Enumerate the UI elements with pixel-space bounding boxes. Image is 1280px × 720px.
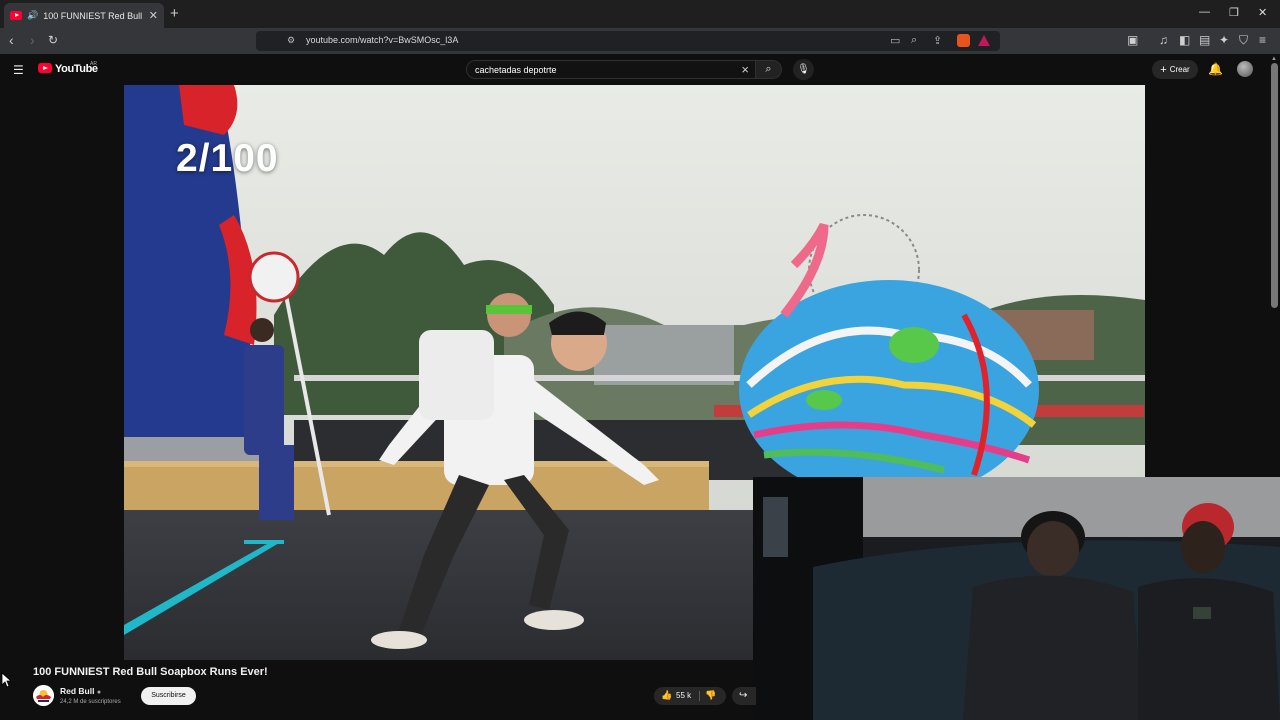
sidebar-icon[interactable]: ◧ xyxy=(1179,33,1190,47)
search-button[interactable]: ⌕ xyxy=(756,60,782,79)
like-count[interactable]: 55 k xyxy=(676,691,691,700)
share-button[interactable]: ↪ xyxy=(732,687,756,705)
mouse-cursor-icon xyxy=(1,672,11,688)
wallet-icon[interactable]: ▤ xyxy=(1199,33,1210,47)
maximize-button[interactable]: ❐ xyxy=(1229,6,1239,19)
brave-rewards-icon[interactable] xyxy=(978,35,990,46)
brave-shields-icon[interactable] xyxy=(957,34,970,47)
zoom-icon[interactable]: ⌕ xyxy=(911,34,917,47)
voice-search-icon[interactable]: 🎙 xyxy=(793,59,814,80)
scroll-up-arrow-icon[interactable]: ▲ xyxy=(1271,56,1277,62)
youtube-favicon-icon xyxy=(10,11,22,20)
site-info-icon[interactable]: ⚙ xyxy=(287,35,295,46)
user-avatar[interactable] xyxy=(1237,61,1253,77)
url-text: youtube.com/watch?v=BwSMOsc_l3A xyxy=(306,35,459,45)
browser-tab-strip: 🔊 100 FUNNIEST Red Bull Soapbox Runs Eve… xyxy=(0,0,1280,28)
screenshot-icon[interactable]: ▣ xyxy=(1127,33,1138,47)
menu-icon[interactable]: ≡ xyxy=(1259,33,1266,47)
video-title: 100 FUNNIEST Red Bull Soapbox Runs Ever! xyxy=(33,666,268,678)
notifications-bell-icon[interactable]: 🔔 xyxy=(1208,62,1223,76)
create-button[interactable]: + Crear xyxy=(1152,60,1198,79)
youtube-logo-icon[interactable] xyxy=(38,63,52,73)
channel-name[interactable]: Red Bull ● xyxy=(60,686,101,696)
webcam-overlay xyxy=(753,477,1280,720)
run-counter-overlay: 2/100 xyxy=(176,137,279,180)
back-icon[interactable]: ‹ xyxy=(9,32,14,48)
close-window-button[interactable]: ✕ xyxy=(1258,6,1267,19)
forward-icon[interactable]: › xyxy=(30,32,35,48)
like-icon[interactable]: 👍 xyxy=(661,690,672,701)
browser-tab-youtube[interactable]: 🔊 100 FUNNIEST Red Bull Soapbox Runs Eve… xyxy=(4,3,164,28)
channel-avatar[interactable] xyxy=(33,685,54,706)
subscriber-count: 24,2 M de suscriptores xyxy=(60,699,121,705)
tab-title: 100 FUNNIEST Red Bull Soapbox Runs Ever!… xyxy=(43,10,144,21)
youtube-header: ☰ YouTube AR cachetadas depotrte × ⌕ 🎙 +… xyxy=(0,54,1280,85)
webcam-feed xyxy=(753,477,1280,720)
search-input[interactable]: cachetadas depotrte xyxy=(475,65,557,75)
new-tab-button[interactable]: + xyxy=(170,5,179,22)
create-label: Crear xyxy=(1169,65,1190,74)
leo-ai-icon[interactable]: ✦ xyxy=(1219,33,1229,47)
page-scrollbar-thumb[interactable] xyxy=(1271,63,1278,308)
guide-menu-icon[interactable]: ☰ xyxy=(13,63,24,77)
search-box[interactable]: cachetadas depotrte × xyxy=(466,60,756,79)
audio-playing-icon[interactable]: 🔊 xyxy=(27,10,38,21)
plus-icon: + xyxy=(1160,63,1167,76)
media-controls-icon[interactable]: ♫ xyxy=(1159,33,1168,47)
share-icon: ↪ xyxy=(739,690,748,701)
clear-search-icon[interactable]: × xyxy=(741,62,749,77)
browser-toolbar: ‹ › ↻ 🔖 ⚙ youtube.com/watch?v=BwSMOsc_l3… xyxy=(0,28,1280,54)
vpn-shield-icon[interactable]: ⛉ xyxy=(1239,33,1248,48)
cast-icon[interactable]: ▭ xyxy=(890,34,900,47)
channel-name-text[interactable]: Red Bull xyxy=(60,686,94,696)
tab-close-icon[interactable]: ✕ xyxy=(149,9,158,22)
minimize-button[interactable]: — xyxy=(1199,6,1210,18)
like-dislike-pill: 👍 55 k 👎 xyxy=(654,687,726,705)
address-bar[interactable]: ⚙ youtube.com/watch?v=BwSMOsc_l3A ▭ ⌕ ⇪ xyxy=(256,31,1000,51)
subscribe-button[interactable]: Suscribirse xyxy=(141,687,196,705)
verified-badge-icon: ● xyxy=(96,689,102,696)
dislike-icon[interactable]: 👎 xyxy=(705,690,716,701)
share-page-icon[interactable]: ⇪ xyxy=(933,34,942,47)
red-bull-logo-icon xyxy=(33,685,54,706)
like-divider xyxy=(699,691,700,701)
reload-icon[interactable]: ↻ xyxy=(48,33,58,47)
country-code: AR xyxy=(90,61,97,67)
